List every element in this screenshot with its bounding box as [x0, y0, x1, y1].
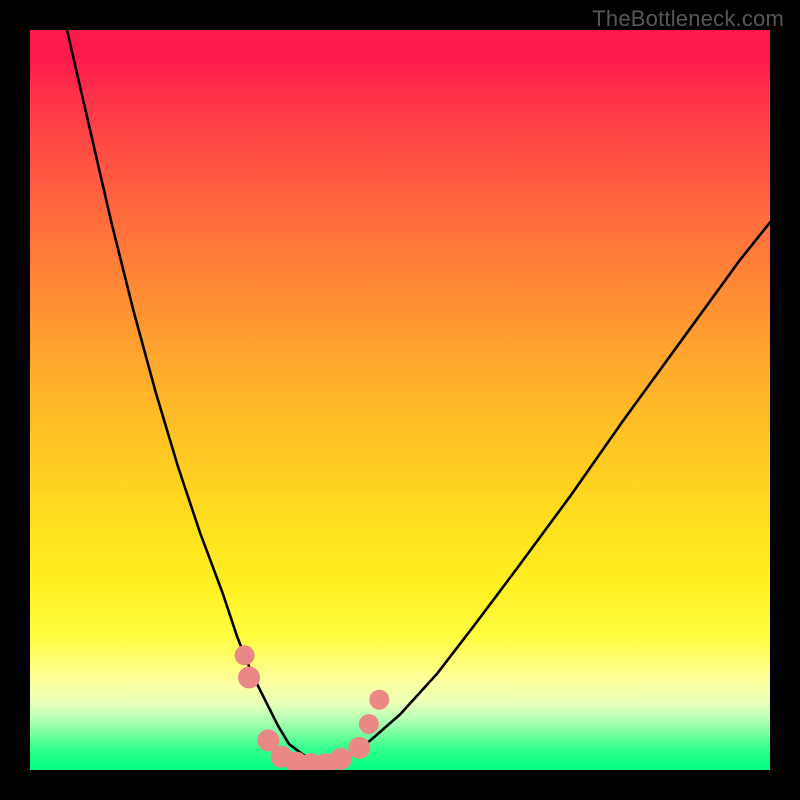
- marker-dot: [369, 690, 389, 710]
- chart-container: TheBottleneck.com: [0, 0, 800, 800]
- marker-dot: [238, 667, 260, 689]
- bottleneck-curve-path: [67, 30, 770, 761]
- marker-dot: [235, 645, 255, 665]
- watermark-text: TheBottleneck.com: [592, 6, 784, 32]
- plot-area: [30, 30, 770, 770]
- marker-group: [235, 645, 390, 770]
- marker-dot: [348, 737, 370, 759]
- bottleneck-curve: [67, 30, 770, 761]
- marker-dot: [359, 714, 379, 734]
- marker-dot: [330, 748, 352, 770]
- curve-layer: [30, 30, 770, 770]
